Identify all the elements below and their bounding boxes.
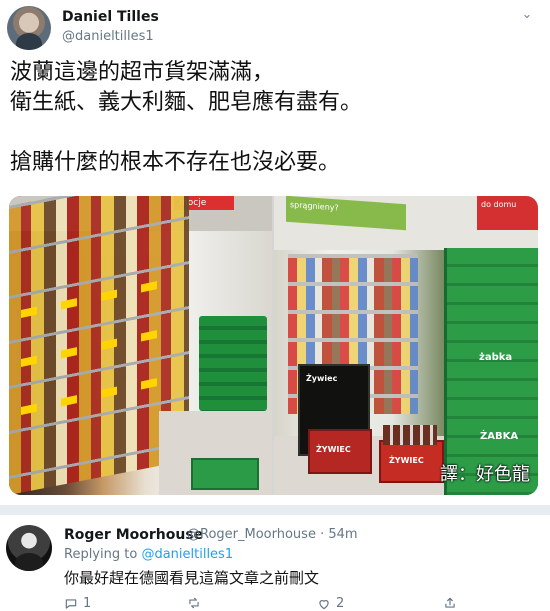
reply-text: 你最好趕在德國看見這篇文章之前刪文 <box>64 569 320 587</box>
share-action[interactable] <box>443 596 457 610</box>
basket-stack <box>199 316 267 411</box>
like-count: 2 <box>336 596 345 611</box>
reply-count: 1 <box>83 596 92 611</box>
avatar[interactable] <box>7 6 51 50</box>
replying-link[interactable]: @danieltilles1 <box>141 547 233 562</box>
right-photo[interactable]: sprągnieny? do domu Żywiec ŻYWIEC ŻYWIEC… <box>274 196 538 495</box>
retweet-action[interactable] <box>187 596 206 610</box>
replying-to: Replying to @danieltilles1 <box>64 547 233 562</box>
crate-label: ŻABKA <box>480 431 519 442</box>
avatar[interactable] <box>6 525 52 571</box>
basket <box>191 458 259 490</box>
comment-icon <box>64 597 78 611</box>
crate-label: żabka <box>479 352 513 363</box>
retweet-icon <box>187 596 201 610</box>
share-icon <box>443 596 457 610</box>
beer-crate: ŻYWIEC <box>308 429 372 474</box>
crate-stack <box>444 248 538 495</box>
like-action[interactable]: 2 <box>317 596 344 611</box>
crate-label: Żywiec <box>306 374 338 383</box>
reply-card: Roger Moorhouse @Roger_Moorhouse · 54m R… <box>0 515 550 611</box>
beer-crate: ŻYWIEC <box>379 440 444 483</box>
user-name[interactable]: Daniel Tilles <box>62 9 159 25</box>
crate-label: ŻYWIEC <box>316 445 351 454</box>
crate-label: ŻYWIEC <box>389 456 424 465</box>
replying-prefix: Replying to <box>64 547 142 562</box>
bottles <box>383 425 437 445</box>
heart-icon <box>317 597 331 611</box>
chevron-down-icon[interactable]: ⌄ <box>520 8 534 22</box>
reply-user-name[interactable]: Roger Moorhouse <box>64 527 203 543</box>
user-handle[interactable]: @danieltilles1 <box>62 29 154 44</box>
divider <box>0 505 550 515</box>
tweet-actions: 1 2 <box>64 596 484 611</box>
watermark: 譯：好色龍 <box>440 464 530 485</box>
tweet-text: 波蘭這邊的超市貨架滿滿， 衛生紙、義大利麵、肥皂應有盡有。 搶購什麼的根本不存在… <box>10 60 363 175</box>
left-photo[interactable]: mocje <box>9 196 272 495</box>
reply-action[interactable]: 1 <box>64 596 91 611</box>
photo-grid[interactable]: mocje sprągnieny? do domu Żywiec ŻYWIEC … <box>9 196 538 495</box>
reply-user-handle[interactable]: @Roger_Moorhouse · 54m <box>187 527 358 542</box>
promo-banner: do domu <box>477 196 538 230</box>
tweet-card: Daniel Tilles @danieltilles1 ⌄ 波蘭這邊的超市貨架… <box>0 0 550 505</box>
